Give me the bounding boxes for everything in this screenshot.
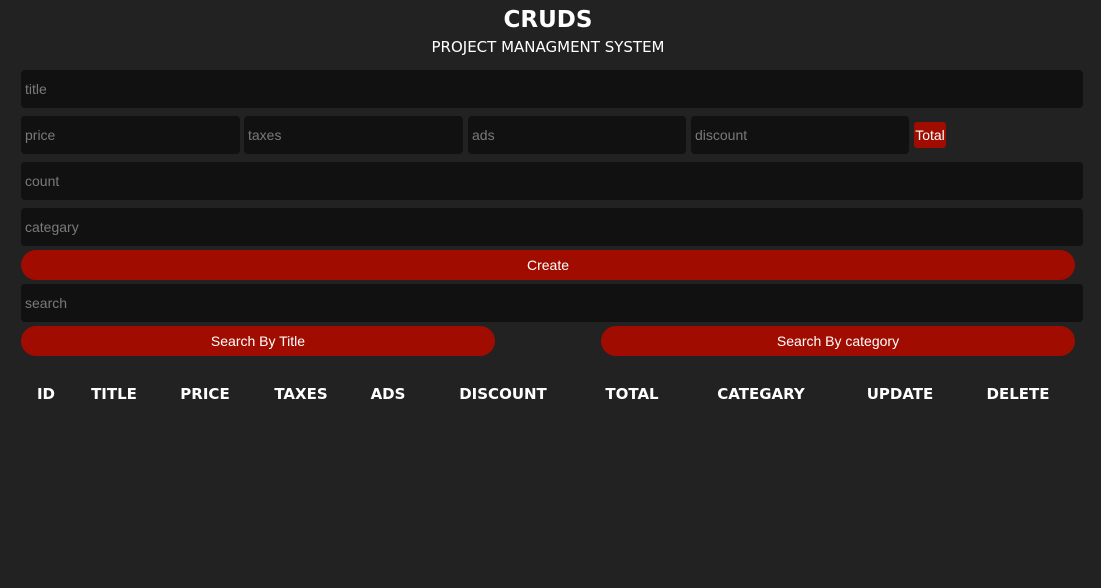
column-header-update: UPDATE — [866, 385, 934, 403]
discount-input[interactable] — [691, 116, 909, 154]
column-header-total: TOTAL — [605, 385, 659, 403]
page-title: CRUDS — [503, 7, 593, 33]
column-header-price: PRICE — [180, 385, 230, 403]
column-header-delete: DELETE — [986, 385, 1050, 403]
search-input[interactable] — [21, 284, 1083, 322]
table-header-row: ID TITLE PRICE TAXES ADS DISCOUNT TOTAL … — [0, 383, 1101, 407]
column-header-category: CATEGARY — [717, 385, 805, 403]
search-by-title-button[interactable]: Search By Title — [21, 326, 495, 356]
column-header-discount: DISCOUNT — [459, 385, 547, 403]
column-header-taxes: TAXES — [274, 385, 328, 403]
total-badge: Total — [914, 122, 946, 148]
column-header-id: ID — [36, 385, 56, 403]
price-input[interactable] — [21, 116, 240, 154]
category-input[interactable] — [21, 208, 1083, 246]
search-by-category-button[interactable]: Search By category — [601, 326, 1075, 356]
column-header-title: TITLE — [91, 385, 137, 403]
ads-input[interactable] — [468, 116, 686, 154]
create-button[interactable]: Create — [21, 250, 1075, 280]
count-input[interactable] — [21, 162, 1083, 200]
column-header-ads: ADS — [370, 385, 406, 403]
taxes-input[interactable] — [244, 116, 463, 154]
title-input[interactable] — [21, 70, 1083, 108]
page-subtitle: PROJECT MANAGMENT SYSTEM — [431, 38, 665, 56]
